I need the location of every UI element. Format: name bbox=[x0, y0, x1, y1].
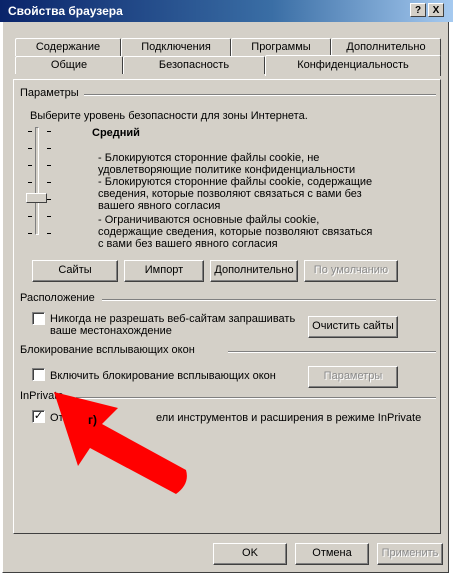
cookie-advanced-button[interactable]: Дополнительно bbox=[210, 260, 298, 282]
close-button[interactable]: X bbox=[428, 3, 444, 17]
apply-button[interactable]: Применить bbox=[377, 543, 443, 565]
ok-button[interactable]: OK bbox=[213, 543, 287, 565]
privacy-level-slider-track bbox=[35, 127, 39, 235]
slider-tick bbox=[47, 182, 51, 183]
location-checkbox-label: Никогда не разрешать веб-сайтам запрашив… bbox=[50, 313, 296, 325]
slider-tick bbox=[28, 233, 32, 234]
import-button[interactable]: Импорт bbox=[124, 260, 204, 282]
slider-tick bbox=[28, 165, 32, 166]
tab-security[interactable]: Безопасность bbox=[123, 56, 265, 74]
location-separator bbox=[102, 299, 436, 301]
popup-settings-button[interactable]: Параметры bbox=[308, 366, 398, 388]
slider-tick bbox=[28, 216, 32, 217]
privacy-level-name: Средний bbox=[92, 127, 140, 139]
slider-tick bbox=[47, 131, 51, 132]
slider-tick bbox=[28, 182, 32, 183]
popup-blocker-checkbox[interactable] bbox=[32, 368, 45, 381]
location-checkbox[interactable] bbox=[32, 312, 45, 325]
slider-tick bbox=[28, 148, 32, 149]
inprivate-separator bbox=[76, 397, 436, 399]
default-level-button[interactable]: По умолчанию bbox=[304, 260, 398, 282]
popup-blocker-label: Включить блокирование всплывающих окон bbox=[50, 370, 276, 382]
level-description-line: удовлетворяющие политике конфиденциально… bbox=[98, 164, 356, 176]
slider-tick bbox=[47, 148, 51, 149]
settings-separator bbox=[84, 94, 436, 96]
cancel-button[interactable]: Отмена bbox=[295, 543, 369, 565]
inprivate-toolbars-checkbox[interactable]: ✓ bbox=[32, 410, 45, 423]
inprivate-toolbars-label-end: ели инструментов и расширения в режиме I… bbox=[156, 412, 422, 424]
slider-tick bbox=[47, 233, 51, 234]
level-description-line: - Ограничиваются основные файлы cookie, bbox=[98, 214, 320, 226]
level-description-line: - Блокируются сторонние файлы cookie, со… bbox=[98, 176, 373, 188]
level-description-line: вашего явного согласия bbox=[98, 200, 221, 212]
tab-content[interactable]: Содержание bbox=[15, 38, 121, 56]
level-description-line: содержащие сведения, которые позволяют с… bbox=[98, 226, 373, 238]
slider-tick bbox=[28, 131, 32, 132]
tab-privacy[interactable]: Конфиденциальность bbox=[265, 55, 441, 76]
title-bar: Свойства браузера ? X bbox=[0, 0, 453, 22]
window-title: Свойства браузера bbox=[8, 4, 123, 18]
inprivate-toolbars-label-start: Отк bbox=[50, 412, 69, 424]
help-button[interactable]: ? bbox=[410, 3, 426, 17]
sites-button[interactable]: Сайты bbox=[32, 260, 118, 282]
slider-tick bbox=[47, 165, 51, 166]
level-description-line: сведения, которые позволяют связаться с … bbox=[98, 188, 362, 200]
tab-connections[interactable]: Подключения bbox=[121, 38, 231, 56]
tab-programs[interactable]: Программы bbox=[231, 38, 331, 56]
settings-group-title: Параметры bbox=[20, 87, 79, 99]
popup-separator bbox=[228, 351, 436, 353]
tab-advanced[interactable]: Дополнительно bbox=[331, 38, 441, 56]
location-checkbox-label: ваше местонахождение bbox=[50, 325, 172, 337]
clear-sites-button[interactable]: Очистить сайты bbox=[308, 316, 398, 338]
tab-general[interactable]: Общие bbox=[15, 56, 123, 74]
internet-options-dialog: Содержание Подключения Программы Дополни… bbox=[2, 22, 449, 573]
privacy-panel: Параметры Выберите уровень безопасности … bbox=[13, 79, 441, 534]
level-description-line: - Блокируются сторонние файлы cookie, не bbox=[98, 152, 320, 164]
settings-instruction: Выберите уровень безопасности для зоны И… bbox=[30, 110, 308, 122]
level-description-line: с вами без вашего явного согласия bbox=[98, 238, 278, 250]
popup-group-title: Блокирование всплывающих окон bbox=[20, 344, 195, 356]
privacy-level-slider-thumb[interactable] bbox=[26, 193, 47, 203]
location-group-title: Расположение bbox=[20, 292, 95, 304]
slider-tick bbox=[47, 216, 51, 217]
inprivate-group-title: InPrivate bbox=[20, 390, 64, 402]
slider-tick bbox=[47, 199, 51, 200]
